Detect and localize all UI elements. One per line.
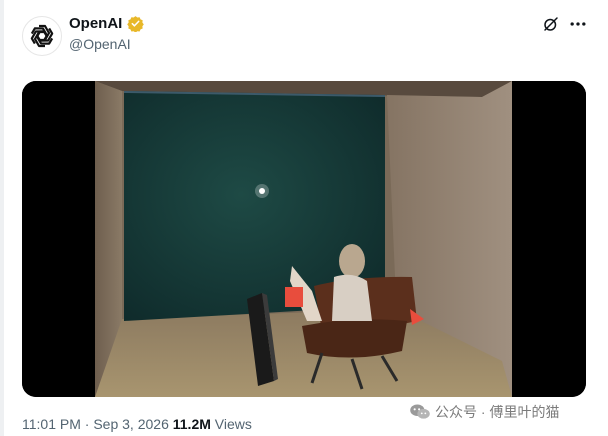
avatar[interactable] <box>22 16 62 56</box>
views-count: 11.2M <box>172 416 211 432</box>
more-options-icon[interactable] <box>568 14 588 34</box>
meta-separator: · <box>80 416 94 432</box>
tweet-time[interactable]: 11:01 PM <box>22 416 81 432</box>
verified-badge-icon <box>127 16 144 32</box>
left-divider <box>0 0 4 436</box>
tweet-date[interactable]: Sep 3, 2026 <box>93 416 169 432</box>
tweet-meta: 11:01 PM · Sep 3, 2026 11.2M Views <box>22 416 252 432</box>
video-frame <box>22 81 586 397</box>
wechat-icon <box>410 404 430 419</box>
views-label: Views <box>214 416 252 432</box>
watermark-text: 公众号 · 傅里叶的猫 <box>435 404 560 420</box>
openai-logo-icon <box>30 24 54 48</box>
account-handle[interactable]: @OpenAI <box>69 36 131 52</box>
watermark: 公众号 · 傅里叶的猫 <box>409 402 559 422</box>
grok-icon[interactable] <box>542 15 560 33</box>
account-name[interactable]: OpenAI <box>69 15 122 32</box>
tweet-video[interactable] <box>22 81 586 397</box>
